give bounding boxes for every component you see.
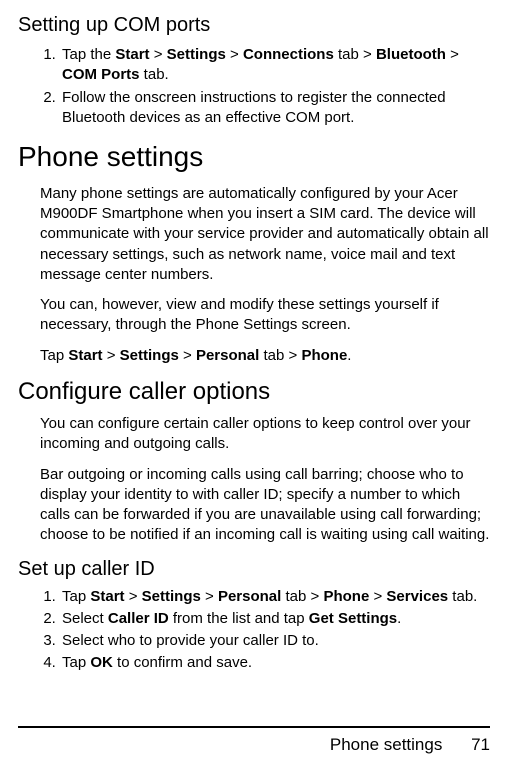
phone-settings-tap-line: Tap Start > Settings > Personal tab > Ph… [40,346,490,366]
phone-settings-body: Many phone settings are automatically co… [40,184,490,366]
page-footer: Phone settings 71 [18,726,490,757]
page-number: 71 [471,734,490,757]
heading-com-ports: Setting up COM ports [18,12,490,39]
caller-id-step-4: Tap OK to confirm and save. [60,653,490,673]
footer-line: Phone settings 71 [18,734,490,757]
com-step-2: Follow the onscreen instructions to regi… [60,88,490,129]
configure-caller-body: You can configure certain caller options… [40,414,490,546]
caller-id-steps: Tap Start > Settings > Personal tab > Ph… [18,587,490,674]
heading-phone-settings: Phone settings [18,138,490,176]
heading-caller-id: Set up caller ID [18,556,490,583]
com-step-1: Tap the Start > Settings > Connections t… [60,45,490,86]
caller-id-step-2: Select Caller ID from the list and tap G… [60,609,490,629]
caller-id-step-1: Tap Start > Settings > Personal tab > Ph… [60,587,490,607]
heading-configure-caller: Configure caller options [18,376,490,408]
configure-caller-para2: Bar outgoing or incoming calls using cal… [40,465,490,546]
footer-section-label: Phone settings [330,735,442,754]
phone-settings-para1: Many phone settings are automatically co… [40,184,490,285]
page-body: Setting up COM ports Tap the Start > Set… [0,0,508,674]
caller-id-step-3: Select who to provide your caller ID to. [60,631,490,651]
phone-settings-para2: You can, however, view and modify these … [40,295,490,336]
com-ports-steps: Tap the Start > Settings > Connections t… [18,45,490,128]
configure-caller-para1: You can configure certain caller options… [40,414,490,455]
footer-rule [18,726,490,728]
